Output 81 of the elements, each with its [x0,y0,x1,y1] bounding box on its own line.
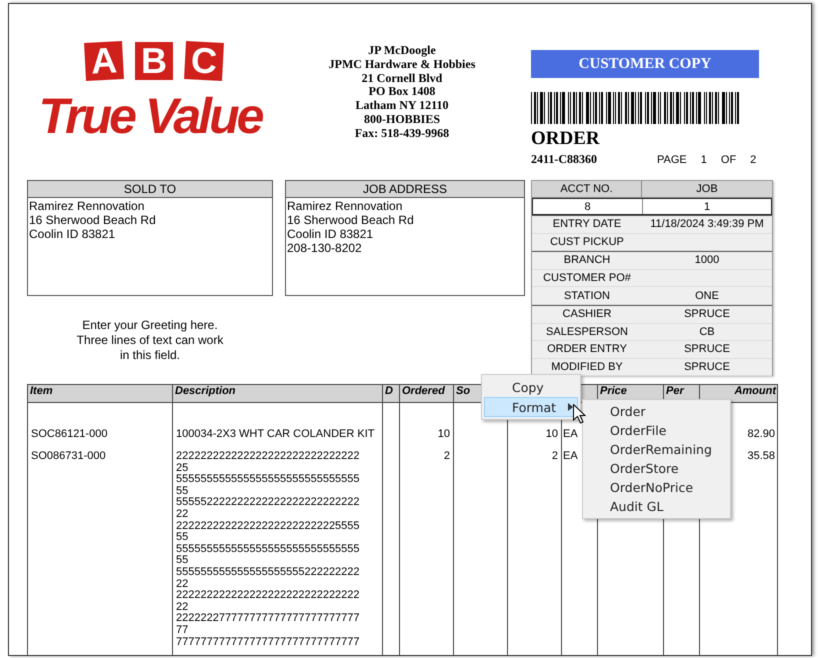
field-label: CUSTOMER PO# [542,272,632,284]
logo-letter: A [84,41,124,81]
address-line: Ramirez Rennovation [29,199,146,213]
field-label: ORDER ENTRY [546,343,628,356]
description-line: 22 [176,578,190,590]
logo-wordmark: True Value [38,88,262,144]
greeting-text: Enter your Greeting here. Three lines of text can work in this field. [76,318,224,363]
order-number: 2411-C88360 [531,152,598,167]
column-header: Description [173,385,383,402]
field-label: CASHIER [562,308,612,320]
description-line: 555552222222222222222222222222 [176,497,361,509]
logo-letter: B [135,42,173,80]
store-address-line: JP McDoogle [368,44,436,58]
table-cell: 2 [400,447,454,648]
description-line: 22 [176,602,190,613]
box-heading: SOLD TO [28,181,272,198]
page-number: 1 [700,154,707,166]
table-cell: 2 [508,447,562,648]
of-label: OF [720,154,736,166]
account-value: 1 [702,200,712,212]
address-line: Coolin ID 83821 [29,227,116,241]
address-line: 208-130-8202 [287,241,363,255]
box-heading: JOB ADDRESS [286,181,524,198]
address-line: 16 Sherwood Beach Rd [29,213,157,227]
description-line: 222222222222222222222222222222 [176,451,361,463]
field-value: ONE [694,290,720,302]
field-value: CB [698,326,716,338]
menu-item[interactable]: Format [484,397,578,417]
description-line: 22 [176,508,190,521]
description-line: 55 [176,555,190,567]
field-label: CUST PICKUP [549,236,625,248]
store-address-line: Latham NY 12110 [356,99,448,113]
field-value: SPRUCE [683,361,731,374]
description-line: 55 [176,486,190,497]
description-line: 77 [176,624,190,636]
store-address-line: PO Box 1408 [368,85,436,100]
column-header: D [383,385,400,402]
store-address-line: 800-HOBBIES [364,112,440,127]
description-line: 55 [176,532,190,544]
column-heading: ACCT NO. [532,181,642,197]
description-line: 777777777777777777777777777777 [176,636,361,648]
address-line: Ramirez Rennovation [287,199,404,213]
field-label: SALESPERSON [545,326,629,338]
field-value: 1000 [694,254,720,266]
description-line: 25 [176,462,190,474]
table-cell: 10 [400,425,454,447]
page-count: 2 [750,154,756,166]
table-cell: SO086731-000 [28,447,173,648]
field-value: SPRUCE [683,308,731,320]
description-line: 222222222222222222222222225555 [176,520,361,532]
column-header: Ordered [400,385,454,402]
logo-letter: C [184,41,224,81]
store-address-line: JPMC Hardware & Hobbies [328,58,476,72]
page-label: PAGE [657,154,687,166]
description-line: 100034-2X3 WHT CAR COLANDER KIT [176,429,376,441]
store-address-line: Fax: 518-439-9968 [354,126,450,141]
document-title: ORDER [531,128,601,150]
table-cell: SOC86121-000 [28,425,173,447]
copy-label: CUSTOMER COPY [531,50,759,78]
menu-item[interactable]: Order [583,402,730,421]
field-label: BRANCH [562,254,612,266]
column-heading: JOB [695,183,719,195]
account-value: 8 [533,199,643,214]
field-label: MODIFIED BY [550,361,624,374]
description-line: 555555555555555555555555555555 [176,474,361,486]
field-label: STATION [562,290,612,302]
description-line: 555555555555555555555222222222 [176,566,361,579]
description-line: 222222222222222222222222222222 [176,590,361,602]
store-address-line: 21 Cornell Blvd [362,72,442,86]
description-line: 222222277777777777777777777777 [176,613,361,625]
table-cell-text: 82.90 [746,427,776,442]
column-header: Amount [733,385,778,399]
table-cell: 10 [508,425,562,447]
address-line: Coolin ID 83821 [287,227,374,241]
field-value: SPRUCE [683,343,731,356]
description-line: 555555555555555555555555555555 [176,544,361,555]
field-label: ENTRY DATE [552,218,622,230]
address-line: 16 Sherwood Beach Rd [287,213,415,227]
field-value: 11/18/2024 3:49:39 PM [649,218,765,230]
column-header: Item [28,385,173,402]
cursor-icon [573,404,586,424]
